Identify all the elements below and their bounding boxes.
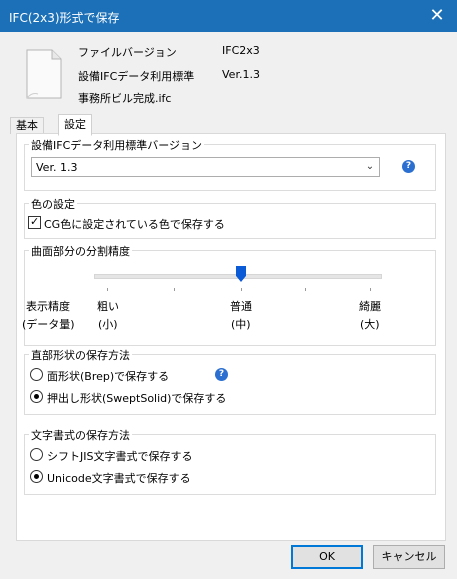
check-icon: ✓ [30, 215, 40, 228]
cancel-button[interactable]: キャンセル [373, 545, 445, 569]
file-version-label: ファイルバージョン [78, 46, 177, 59]
help-icon[interactable]: ? [215, 368, 228, 381]
title-bar: IFC(2x3)形式で保存 ✕ [0, 0, 457, 32]
file-version-value: IFC2x3 [222, 44, 260, 57]
shape-group: 直部形状の保存方法 面形状(Brep)で保存する ? 押出し形状(SweptSo… [24, 347, 436, 415]
radio-swept-solid[interactable] [30, 390, 43, 403]
shape-group-title: 直部形状の保存方法 [29, 347, 132, 363]
standard-value: Ver.1.3 [222, 68, 260, 81]
standard-label: 設備IFCデータ利用標準 [78, 70, 195, 83]
close-button[interactable]: ✕ [417, 0, 457, 32]
standard-version-value: Ver. 1.3 [36, 161, 78, 174]
color-group-title: 色の設定 [29, 196, 77, 212]
radio-shift-jis-label: シフトJIS文字書式で保存する [47, 450, 193, 463]
precision-label-line2: (データ量) [22, 318, 75, 331]
precision-label-line1: 表示精度 [26, 300, 70, 313]
radio-brep[interactable] [30, 368, 43, 381]
file-name: 事務所ビル完成.ifc [78, 92, 172, 105]
tab-basic[interactable]: 基本 [10, 117, 44, 134]
level-high-label: 綺麗 [359, 300, 381, 313]
radio-unicode-label: Unicode文字書式で保存する [47, 472, 191, 485]
charset-group: 文字書式の保存方法 シフトJIS文字書式で保存する Unicode文字書式で保存… [24, 427, 436, 495]
level-high-sub: (大) [360, 318, 380, 331]
slider-tick [370, 288, 371, 291]
standard-version-title: 設備IFCデータ利用標準バージョン [29, 137, 205, 153]
slider-tick [107, 288, 108, 291]
chevron-down-icon: ⌄ [360, 158, 379, 176]
slider-tick [241, 288, 242, 291]
radio-unicode[interactable] [30, 470, 43, 483]
tab-settings[interactable]: 設定 [58, 114, 92, 136]
charset-group-title: 文字書式の保存方法 [29, 427, 132, 443]
cg-color-checkbox[interactable]: ✓ [28, 215, 41, 229]
cg-color-label: CG色に設定されている色で保存する [44, 218, 225, 231]
slider-tick [305, 288, 306, 291]
radio-brep-label: 面形状(Brep)で保存する [47, 370, 170, 383]
standard-version-select[interactable]: Ver. 1.3 ⌄ [31, 157, 380, 177]
settings-panel: 設備IFCデータ利用標準バージョン Ver. 1.3 ⌄ ? 色の設定 ✓ CG… [16, 133, 446, 541]
radio-swept-solid-label: 押出し形状(SweptSolid)で保存する [47, 392, 227, 405]
radio-shift-jis[interactable] [30, 448, 43, 461]
precision-group-title: 曲面部分の分割精度 [29, 243, 132, 259]
window-body: ファイルバージョン IFC2x3 設備IFCデータ利用標準 Ver.1.3 事務… [0, 32, 457, 579]
level-low-sub: (小) [98, 318, 118, 331]
level-mid-sub: (中) [231, 318, 251, 331]
ok-button[interactable]: OK [291, 545, 363, 569]
document-icon [26, 49, 62, 99]
help-icon[interactable]: ? [402, 160, 415, 173]
level-low-label: 粗い [97, 300, 119, 313]
window-title: IFC(2x3)形式で保存 [9, 11, 120, 25]
color-group: 色の設定 ✓ CG色に設定されている色で保存する [24, 196, 436, 239]
slider-tick [174, 288, 175, 291]
level-mid-label: 普通 [230, 300, 252, 313]
standard-version-group: 設備IFCデータ利用標準バージョン Ver. 1.3 ⌄ ? [24, 137, 436, 191]
